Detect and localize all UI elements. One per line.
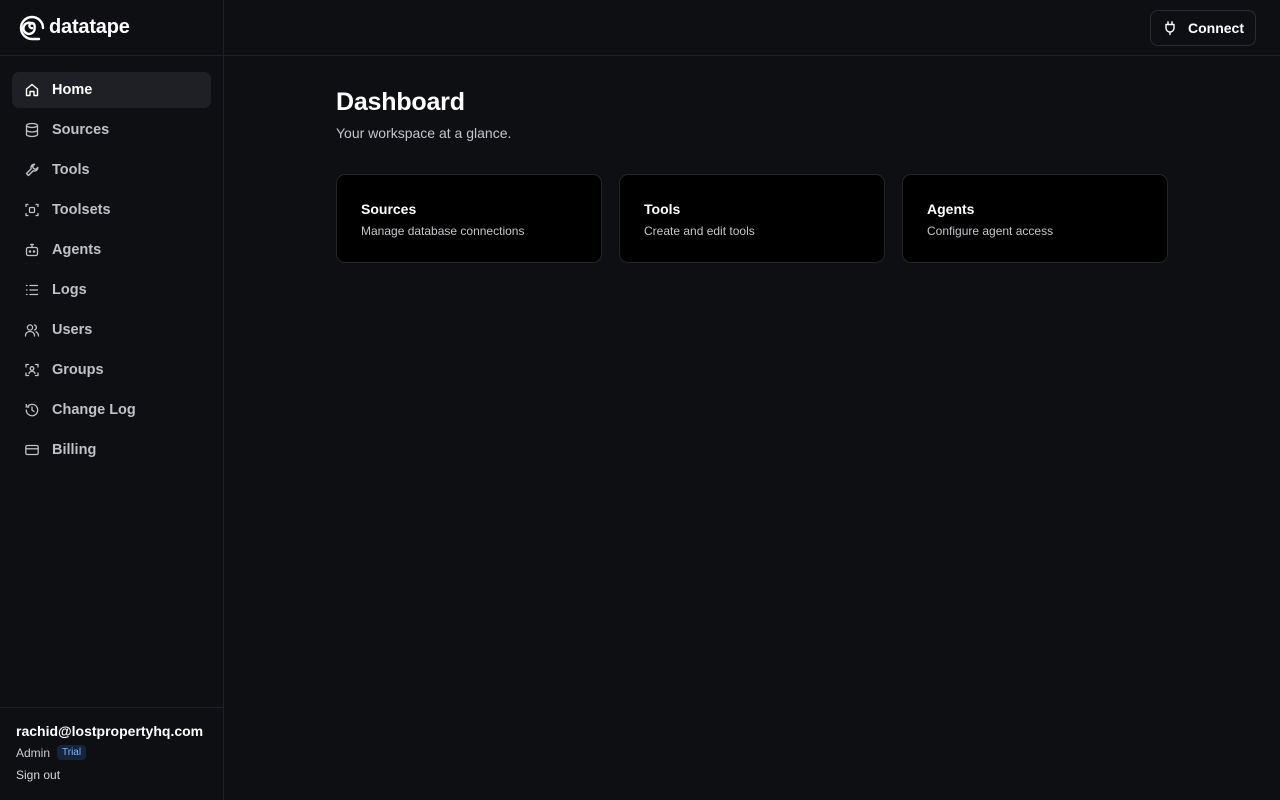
sidebar-item-label: Billing: [52, 442, 97, 458]
card-title: Agents: [927, 201, 975, 217]
card-description: Configure agent access: [927, 224, 1054, 238]
sidebar-item-label: Toolsets: [52, 202, 111, 218]
brand[interactable]: datatape: [0, 0, 223, 56]
sidebar-item-label: Agents: [52, 242, 102, 258]
sidebar-item-label: Home: [52, 82, 93, 98]
plug-icon: [1162, 20, 1178, 36]
page-subtitle: Your workspace at a glance.: [336, 125, 512, 141]
user-email: rachid@lostpropertyhq.com: [16, 723, 204, 739]
sidebar-nav: Home Sources Tools Toolsets Agents Logs …: [12, 72, 211, 472]
credit-card-icon: [24, 442, 40, 458]
main-content: Dashboard Your workspace at a glance. So…: [336, 88, 1168, 263]
sidebar-item-label: Change Log: [52, 402, 136, 418]
database-icon: [24, 122, 40, 138]
sidebar-item-change-log[interactable]: Change Log: [12, 392, 211, 428]
sidebar-item-groups[interactable]: Groups: [12, 352, 211, 388]
sidebar-item-tools[interactable]: Tools: [12, 152, 211, 188]
sidebar-item-users[interactable]: Users: [12, 312, 211, 348]
sidebar-item-label: Logs: [52, 282, 87, 298]
sidebar-item-billing[interactable]: Billing: [12, 432, 211, 468]
wrench-icon: [24, 162, 40, 178]
card-title: Tools: [644, 201, 681, 217]
user-block: rachid@lostpropertyhq.com Admin Trial Si…: [0, 707, 223, 800]
sign-out-link[interactable]: Sign out: [16, 768, 60, 782]
sidebar-item-label: Sources: [52, 122, 110, 138]
status-badge: Trial: [57, 745, 87, 760]
card-description: Manage database connections: [361, 224, 525, 238]
spiral-logo-icon: [19, 15, 45, 41]
users-icon: [24, 322, 40, 338]
bot-icon: [24, 242, 40, 258]
user-scan-icon: [24, 362, 40, 378]
sidebar-item-sources[interactable]: Sources: [12, 112, 211, 148]
connect-button[interactable]: Connect: [1150, 10, 1256, 46]
connect-label: Connect: [1188, 20, 1244, 36]
sidebar-item-agents[interactable]: Agents: [12, 232, 211, 268]
scan-icon: [24, 202, 40, 218]
card-description: Create and edit tools: [644, 224, 755, 238]
list-icon: [24, 282, 40, 298]
brand-name: datatape: [49, 16, 130, 38]
page-title: Dashboard: [336, 88, 465, 116]
card-tools[interactable]: Tools Create and edit tools: [619, 174, 885, 263]
card-title: Sources: [361, 201, 417, 217]
sidebar-item-label: Tools: [52, 162, 90, 178]
dashboard-cards: Sources Manage database connections Tool…: [336, 174, 1168, 263]
user-role: Admin: [16, 745, 51, 760]
sidebar-item-label: Groups: [52, 362, 104, 378]
app: datatape Home Sources Tools Toolsets Age…: [0, 0, 1280, 800]
sidebar-item-home[interactable]: Home: [12, 72, 211, 108]
sidebar-item-toolsets[interactable]: Toolsets: [12, 192, 211, 228]
sidebar: datatape Home Sources Tools Toolsets Age…: [0, 0, 224, 800]
home-icon: [24, 82, 40, 98]
card-agents[interactable]: Agents Configure agent access: [902, 174, 1168, 263]
top-header: Connect: [224, 0, 1280, 56]
card-sources[interactable]: Sources Manage database connections: [336, 174, 602, 263]
sidebar-item-logs[interactable]: Logs: [12, 272, 211, 308]
user-role-row: Admin Trial: [16, 745, 207, 760]
history-icon: [24, 402, 40, 418]
sidebar-item-label: Users: [52, 322, 93, 338]
